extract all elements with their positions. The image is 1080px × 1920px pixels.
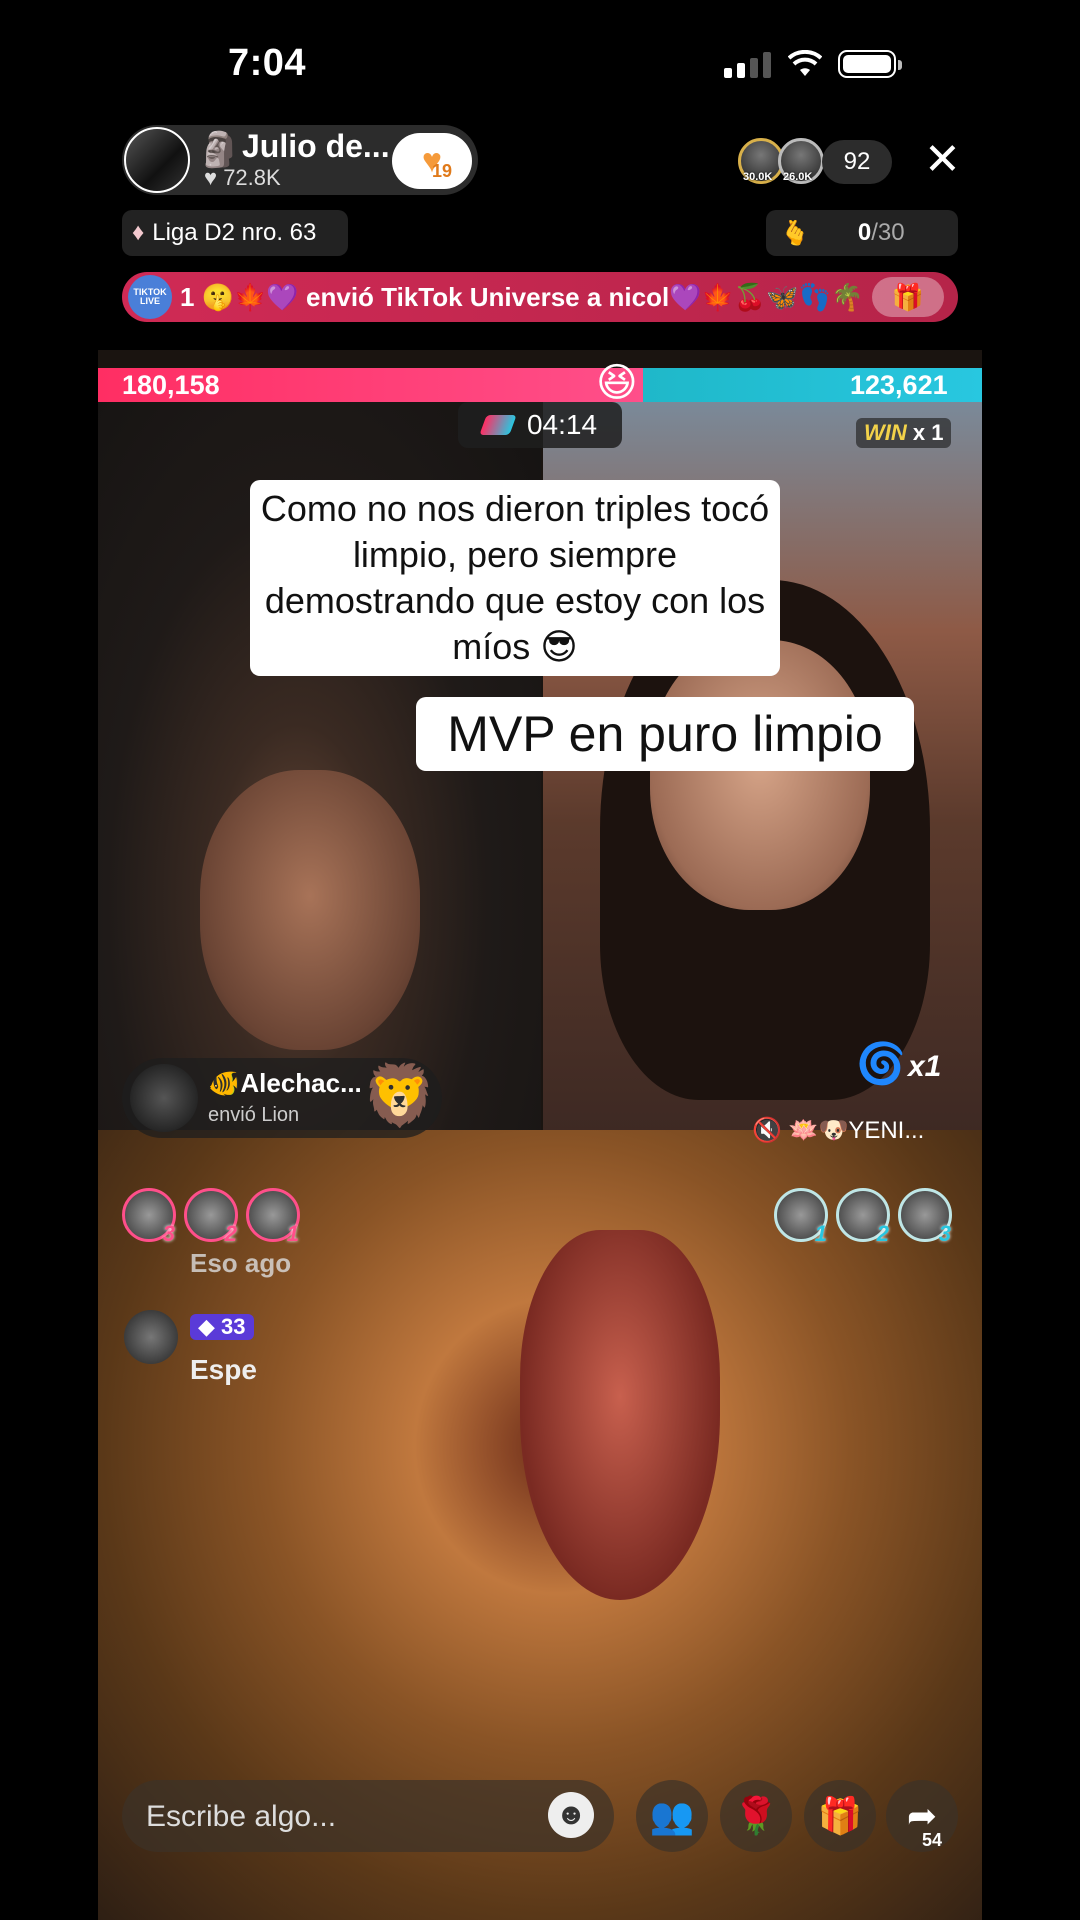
cell-signal-icon xyxy=(724,52,771,78)
supporter-avatar[interactable]: 2 xyxy=(184,1188,238,1246)
battle-timer: 04:14 xyxy=(458,402,622,448)
chat-level-badge: ◆ 33 xyxy=(190,1314,254,1340)
gift-banner-text: 1 🤫🍁💜 envió TikTok Universe a nicol💜🍁🍒🦋👣… xyxy=(180,281,864,312)
goal-progress[interactable]: 🫰 0/30 xyxy=(766,210,958,256)
multiplier: x1 xyxy=(908,1050,942,1083)
win-streak: WIN x 1 xyxy=(856,418,952,448)
close-icon[interactable]: ✕ xyxy=(924,138,961,182)
supporter-avatar[interactable]: 1 xyxy=(774,1188,828,1246)
supporter-rank: 3 xyxy=(162,1221,175,1246)
gift-icon[interactable]: 🎁 xyxy=(804,1780,876,1852)
top-viewer-score: 26.0K xyxy=(783,171,813,183)
top-viewers[interactable]: 30.0K 26.0K xyxy=(738,138,824,184)
heart-icon: ♥ xyxy=(204,165,224,190)
host-name[interactable]: Julio de... xyxy=(242,128,390,165)
chat-message: Espe xyxy=(190,1354,257,1385)
supporter-avatar[interactable]: 2 xyxy=(836,1188,890,1246)
left-supporters[interactable]: 3 2 1 xyxy=(122,1188,300,1246)
chat-level-value: 33 xyxy=(221,1314,246,1339)
gift-action: envió Lion xyxy=(208,1104,300,1126)
caption-text: Como no nos dieron triples tocó limpio, … xyxy=(250,480,780,676)
multi-guest-icon[interactable]: 👥 xyxy=(636,1780,708,1852)
tiktok-live-badge: TIKTOK LIVE xyxy=(128,275,172,319)
laughing-emoji-icon: 😆 xyxy=(596,361,638,405)
battle-timer-value: 04:14 xyxy=(526,409,598,440)
top-viewer-avatar[interactable]: 26.0K xyxy=(778,138,824,184)
comment-input[interactable]: Escribe algo... ☻ xyxy=(122,1780,614,1852)
gift-banner[interactable]: TIKTOK LIVE 1 🤫🍁💜 envió TikTok Universe … xyxy=(122,272,958,322)
supporter-rank: 2 xyxy=(876,1221,889,1246)
lion-gift-icon: 🦁 xyxy=(362,1062,437,1129)
league-badge[interactable]: ♦ Liga D2 nro. 63 xyxy=(122,210,348,256)
hand-heart-icon: 🫰 xyxy=(780,219,810,247)
win-count: x 1 xyxy=(912,420,944,445)
diamond-icon: ◆ xyxy=(198,1314,222,1339)
muted-icon: 🔇 xyxy=(752,1117,782,1144)
score-left: 180,158 xyxy=(122,370,220,400)
comment-placeholder: Escribe algo... xyxy=(146,1800,337,1833)
goal-current: 0 xyxy=(857,219,872,246)
host-avatar[interactable] xyxy=(124,127,190,193)
host-likes-value: 72.8K xyxy=(223,165,281,190)
supporter-avatar[interactable]: 3 xyxy=(898,1188,952,1246)
guest-label[interactable]: 🔇 🪷🐶YENI... xyxy=(752,1116,924,1145)
gift-sender-name: 🐠Alechac... xyxy=(208,1068,362,1098)
left-host-face xyxy=(200,770,420,1050)
host-likes: ♥ 72.8K xyxy=(204,165,281,191)
right-supporters[interactable]: 1 2 3 xyxy=(774,1188,952,1246)
goal-total: /30 xyxy=(871,219,905,246)
lion-mouth xyxy=(520,1230,720,1600)
guest-name: 🪷🐶YENI... xyxy=(788,1117,925,1144)
top-viewer-score: 30.0K xyxy=(743,171,773,183)
supporter-rank: 3 xyxy=(938,1221,951,1246)
follow-button[interactable]: ♥ 19 xyxy=(392,133,472,189)
win-label: WIN xyxy=(864,420,907,445)
supporter-avatar[interactable]: 1 xyxy=(246,1188,300,1246)
spinning-top-icon: 🌀 xyxy=(856,1042,906,1086)
supporter-rank: 1 xyxy=(286,1221,299,1246)
supporter-avatar[interactable]: 3 xyxy=(122,1188,176,1246)
moai-icon: 🗿 xyxy=(198,131,241,169)
chat-message: Eso ago xyxy=(190,1248,292,1278)
chat-avatar[interactable] xyxy=(124,1310,178,1364)
gift-sender-avatar[interactable] xyxy=(130,1064,198,1132)
emoji-icon[interactable]: ☻ xyxy=(548,1792,594,1838)
caption-headline: MVP en puro limpio xyxy=(416,697,914,771)
share-count: 54 xyxy=(922,1830,943,1850)
gift-icon[interactable]: 🎁 xyxy=(872,277,944,317)
right-host-face xyxy=(650,640,870,910)
viewer-count[interactable]: 92 xyxy=(822,140,892,184)
rose-icon[interactable]: 🌹 xyxy=(720,1780,792,1852)
supporter-rank: 1 xyxy=(814,1221,827,1246)
follow-count: 19 xyxy=(432,161,453,181)
battery-icon xyxy=(838,50,902,78)
status-time: 7:04 xyxy=(228,42,307,84)
battle-icon xyxy=(479,415,517,435)
diamond-icon: ♦ xyxy=(132,219,145,246)
league-label: Liga D2 nro. 63 xyxy=(152,219,317,246)
supporter-rank: 2 xyxy=(224,1221,237,1246)
gift-notice[interactable]: 🐠Alechac... envió Lion 🦁 xyxy=(122,1058,442,1138)
wifi-icon xyxy=(788,50,822,76)
score-right: 123,621 xyxy=(850,370,948,400)
